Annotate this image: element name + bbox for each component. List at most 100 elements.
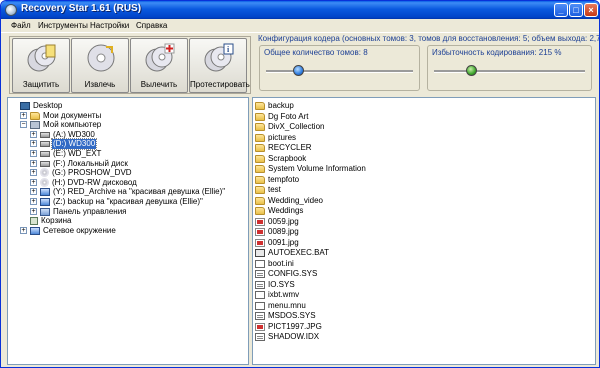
file-list-pane[interactable]: backup Dg Foto Art DivX_Collection pictures…	[252, 97, 596, 365]
file-name: CONFIG.SYS	[268, 269, 318, 278]
menu-bar: Файл Инструменты Настройки Справка	[1, 19, 599, 33]
desktop-icon	[20, 102, 30, 110]
expand-toggle[interactable]: +	[20, 111, 27, 119]
file-list-item[interactable]: Wedding_video	[255, 196, 324, 206]
network-icon	[30, 226, 40, 235]
file-name: SHADOW.IDX	[268, 332, 320, 341]
drive-icon	[40, 141, 50, 148]
file-list-item[interactable]: Dg Foto Art	[255, 112, 309, 122]
expand-toggle[interactable]: +	[30, 159, 37, 167]
test-button[interactable]: i Протестировать	[189, 38, 250, 93]
expand-toggle[interactable]: +	[30, 169, 37, 177]
image-file-icon	[255, 238, 265, 247]
title-bar[interactable]: Recovery Star 1.61 (RUS) _ □ ×	[1, 1, 599, 19]
volumes-slider-track[interactable]	[266, 70, 413, 73]
file-name: AUTOEXEC.BAT	[268, 248, 330, 257]
tree-item-label: (E:) WD_EXT	[53, 149, 102, 158]
drive-icon	[40, 151, 50, 157]
file-name: boot.ini	[268, 258, 294, 268]
file-name: IO.SYS	[268, 279, 295, 289]
extract-button[interactable]: Извлечь	[71, 38, 129, 93]
folder-icon	[255, 186, 265, 194]
file-list-item[interactable]: pictures	[255, 133, 297, 143]
menu-help[interactable]: Справка	[136, 21, 167, 30]
expand-toggle[interactable]: +	[30, 150, 37, 157]
batch-file-icon	[255, 249, 265, 257]
tree-item-label: (F:) Локальный диск	[53, 158, 128, 168]
folder-tree-pane[interactable]: Desktop + Мои документы − Мой компьютер + (A:)…	[7, 97, 249, 365]
expand-toggle[interactable]: +	[30, 188, 37, 196]
file-list-item[interactable]: 0089.jpg	[255, 227, 300, 237]
image-file-icon	[255, 322, 265, 331]
folder-icon	[255, 207, 265, 215]
file-name: Scrapbook	[268, 153, 307, 163]
expand-toggle[interactable]: +	[30, 140, 37, 148]
expand-toggle[interactable]: +	[30, 178, 37, 186]
expand-toggle[interactable]: +	[30, 198, 37, 205]
file-list-item[interactable]: Weddings	[255, 206, 304, 216]
protect-button[interactable]: Защитить	[12, 38, 70, 93]
ini-file-icon	[255, 259, 265, 268]
file-list-item[interactable]: PICT1997.JPG	[255, 322, 323, 332]
folder-icon	[255, 165, 265, 173]
extract-label: Извлечь	[84, 80, 116, 89]
minimize-button[interactable]: _	[554, 3, 568, 17]
file-list-item[interactable]: ixbt.wmv	[255, 290, 300, 300]
system-file-icon	[255, 270, 265, 278]
expand-toggle[interactable]: +	[30, 207, 37, 215]
file-list-item[interactable]: tempfoto	[255, 175, 300, 185]
expand-toggle[interactable]: +	[30, 130, 37, 138]
file-name: tempfoto	[268, 174, 300, 184]
heal-label: Вылечить	[140, 80, 178, 89]
file-list-item[interactable]: RECYCLER	[255, 143, 313, 153]
redundancy-slider-track[interactable]	[434, 70, 585, 73]
file-list-item[interactable]: Scrapbook	[255, 154, 307, 164]
menu-tools[interactable]: Инструменты	[38, 21, 88, 30]
file-list-item[interactable]: IO.SYS	[255, 280, 296, 290]
folder-icon	[30, 111, 40, 120]
menu-settings[interactable]: Настройки	[90, 21, 129, 30]
file-name: Dg Foto Art	[268, 111, 309, 121]
file-list-item[interactable]: System Volume Information	[255, 164, 367, 174]
file-list-item[interactable]: SHADOW.IDX	[255, 332, 320, 342]
file-list-item[interactable]: AUTOEXEC.BAT	[255, 248, 330, 258]
expand-toggle[interactable]: +	[20, 226, 27, 234]
file-list-item[interactable]: test	[255, 185, 282, 195]
file-list-item[interactable]: boot.ini	[255, 259, 295, 269]
test-disk-icon: i	[204, 43, 234, 72]
file-list-item[interactable]: CONFIG.SYS	[255, 269, 318, 279]
file-list-item[interactable]: backup	[255, 101, 295, 111]
tree-item-label: Панель управления	[53, 206, 127, 216]
menu-file[interactable]: Файл	[11, 21, 31, 30]
file-list-item[interactable]: 0091.jpg	[255, 238, 300, 248]
file-name: menu.mnu	[268, 300, 306, 310]
file-name: MSDOS.SYS	[268, 311, 316, 320]
tree-item-label: Корзина	[41, 216, 72, 226]
redundancy-slider-thumb[interactable]	[466, 65, 478, 76]
maximize-button[interactable]: □	[569, 3, 583, 17]
file-list-item[interactable]: DivX_Collection	[255, 122, 325, 132]
file-name: 0091.jpg	[268, 237, 299, 247]
file-name: System Volume Information	[268, 164, 366, 173]
folder-icon	[255, 112, 265, 121]
tree-item-label: (Z:) backup на "красивая девушка (Ellie)…	[53, 197, 203, 206]
heal-button[interactable]: Вылечить	[130, 38, 188, 93]
video-file-icon	[255, 291, 265, 299]
control-panel-icon	[40, 207, 50, 216]
volumes-slider-thumb[interactable]	[293, 65, 305, 76]
folder-icon	[255, 175, 265, 184]
system-file-icon	[255, 333, 265, 341]
file-list-item[interactable]: menu.mnu	[255, 301, 307, 311]
close-button[interactable]: ×	[584, 3, 598, 17]
file-list-item[interactable]: 0059.jpg	[255, 217, 300, 227]
computer-icon	[30, 121, 40, 130]
collapse-toggle[interactable]: −	[20, 121, 27, 129]
tree-item-label: Сетевое окружение	[43, 225, 116, 235]
protect-disk-icon	[27, 44, 56, 72]
file-name: PICT1997.JPG	[268, 321, 322, 331]
file-name: pictures	[268, 132, 297, 142]
file-list-item[interactable]: MSDOS.SYS	[255, 311, 317, 321]
tree-item-label: Мои документы	[43, 110, 102, 120]
encoder-config-group: Конфигурация кодера (основных томов: 3, …	[258, 34, 599, 94]
menu-file-icon	[255, 301, 265, 310]
